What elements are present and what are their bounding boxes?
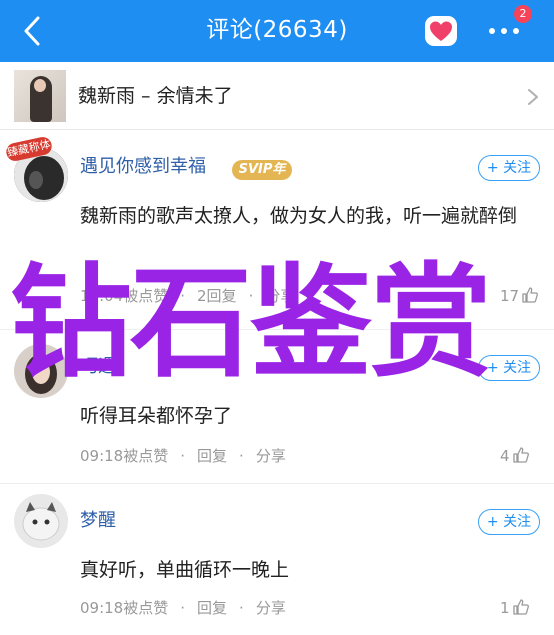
watermark-overlay: 钻石鉴赏 — [10, 252, 492, 394]
comment-time: 09:18被点赞 — [80, 447, 169, 465]
more-button[interactable] — [484, 22, 524, 40]
comment-time: 09:18被点赞 — [80, 599, 169, 617]
heart-icon — [425, 16, 457, 46]
comment-meta: 09:18被点赞 · 回复 · 分享 — [80, 446, 286, 466]
thumbs-up-icon — [512, 447, 529, 463]
svip-badge: SVIP年 — [232, 160, 292, 180]
song-row[interactable]: 魏新雨 – 余情未了 — [0, 62, 554, 130]
chevron-right-icon — [528, 89, 538, 105]
reply-button[interactable]: 回复 — [197, 598, 227, 618]
comment-username[interactable]: 梦醒 — [80, 509, 116, 533]
like-button[interactable]: 4 — [500, 446, 530, 466]
like-button[interactable]: 1 — [500, 598, 530, 618]
follow-button[interactable]: + 关注 — [478, 509, 540, 535]
notification-badge: 2 — [514, 5, 532, 23]
song-title: 魏新雨 – 余情未了 — [78, 85, 233, 107]
share-button[interactable]: 分享 — [256, 446, 286, 466]
like-count: 1 — [500, 599, 510, 617]
comment-username[interactable]: 遇见你感到幸福 — [80, 155, 206, 179]
thumbs-up-icon — [512, 599, 529, 615]
top-bar: 评论(26634) 2 — [0, 0, 554, 62]
page-title: 评论(26634) — [206, 17, 348, 43]
song-cover — [14, 70, 66, 122]
follow-button[interactable]: + 关注 — [478, 155, 540, 181]
comment-text: 魏新雨的歌声太撩人，做为女人的我，听一遍就醉倒 — [80, 205, 518, 227]
comment-text: 真好听，单曲循环一晚上 — [80, 559, 290, 581]
share-button[interactable]: 分享 — [256, 598, 286, 618]
like-song-button[interactable] — [423, 13, 459, 49]
comment-meta: 09:18被点赞 · 回复 · 分享 — [80, 598, 286, 618]
comment-text: 听得耳朵都怀孕了 — [80, 405, 233, 427]
like-count: 4 — [500, 447, 510, 465]
reply-button[interactable]: 回复 — [197, 446, 227, 466]
more-dots-icon — [489, 28, 519, 34]
avatar[interactable] — [14, 494, 68, 548]
avatar-image — [14, 494, 68, 548]
comment-item: 梦醒 + 关注 真好听，单曲循环一晚上 09:18被点赞 · 回复 · 分享 1 — [0, 484, 554, 635]
